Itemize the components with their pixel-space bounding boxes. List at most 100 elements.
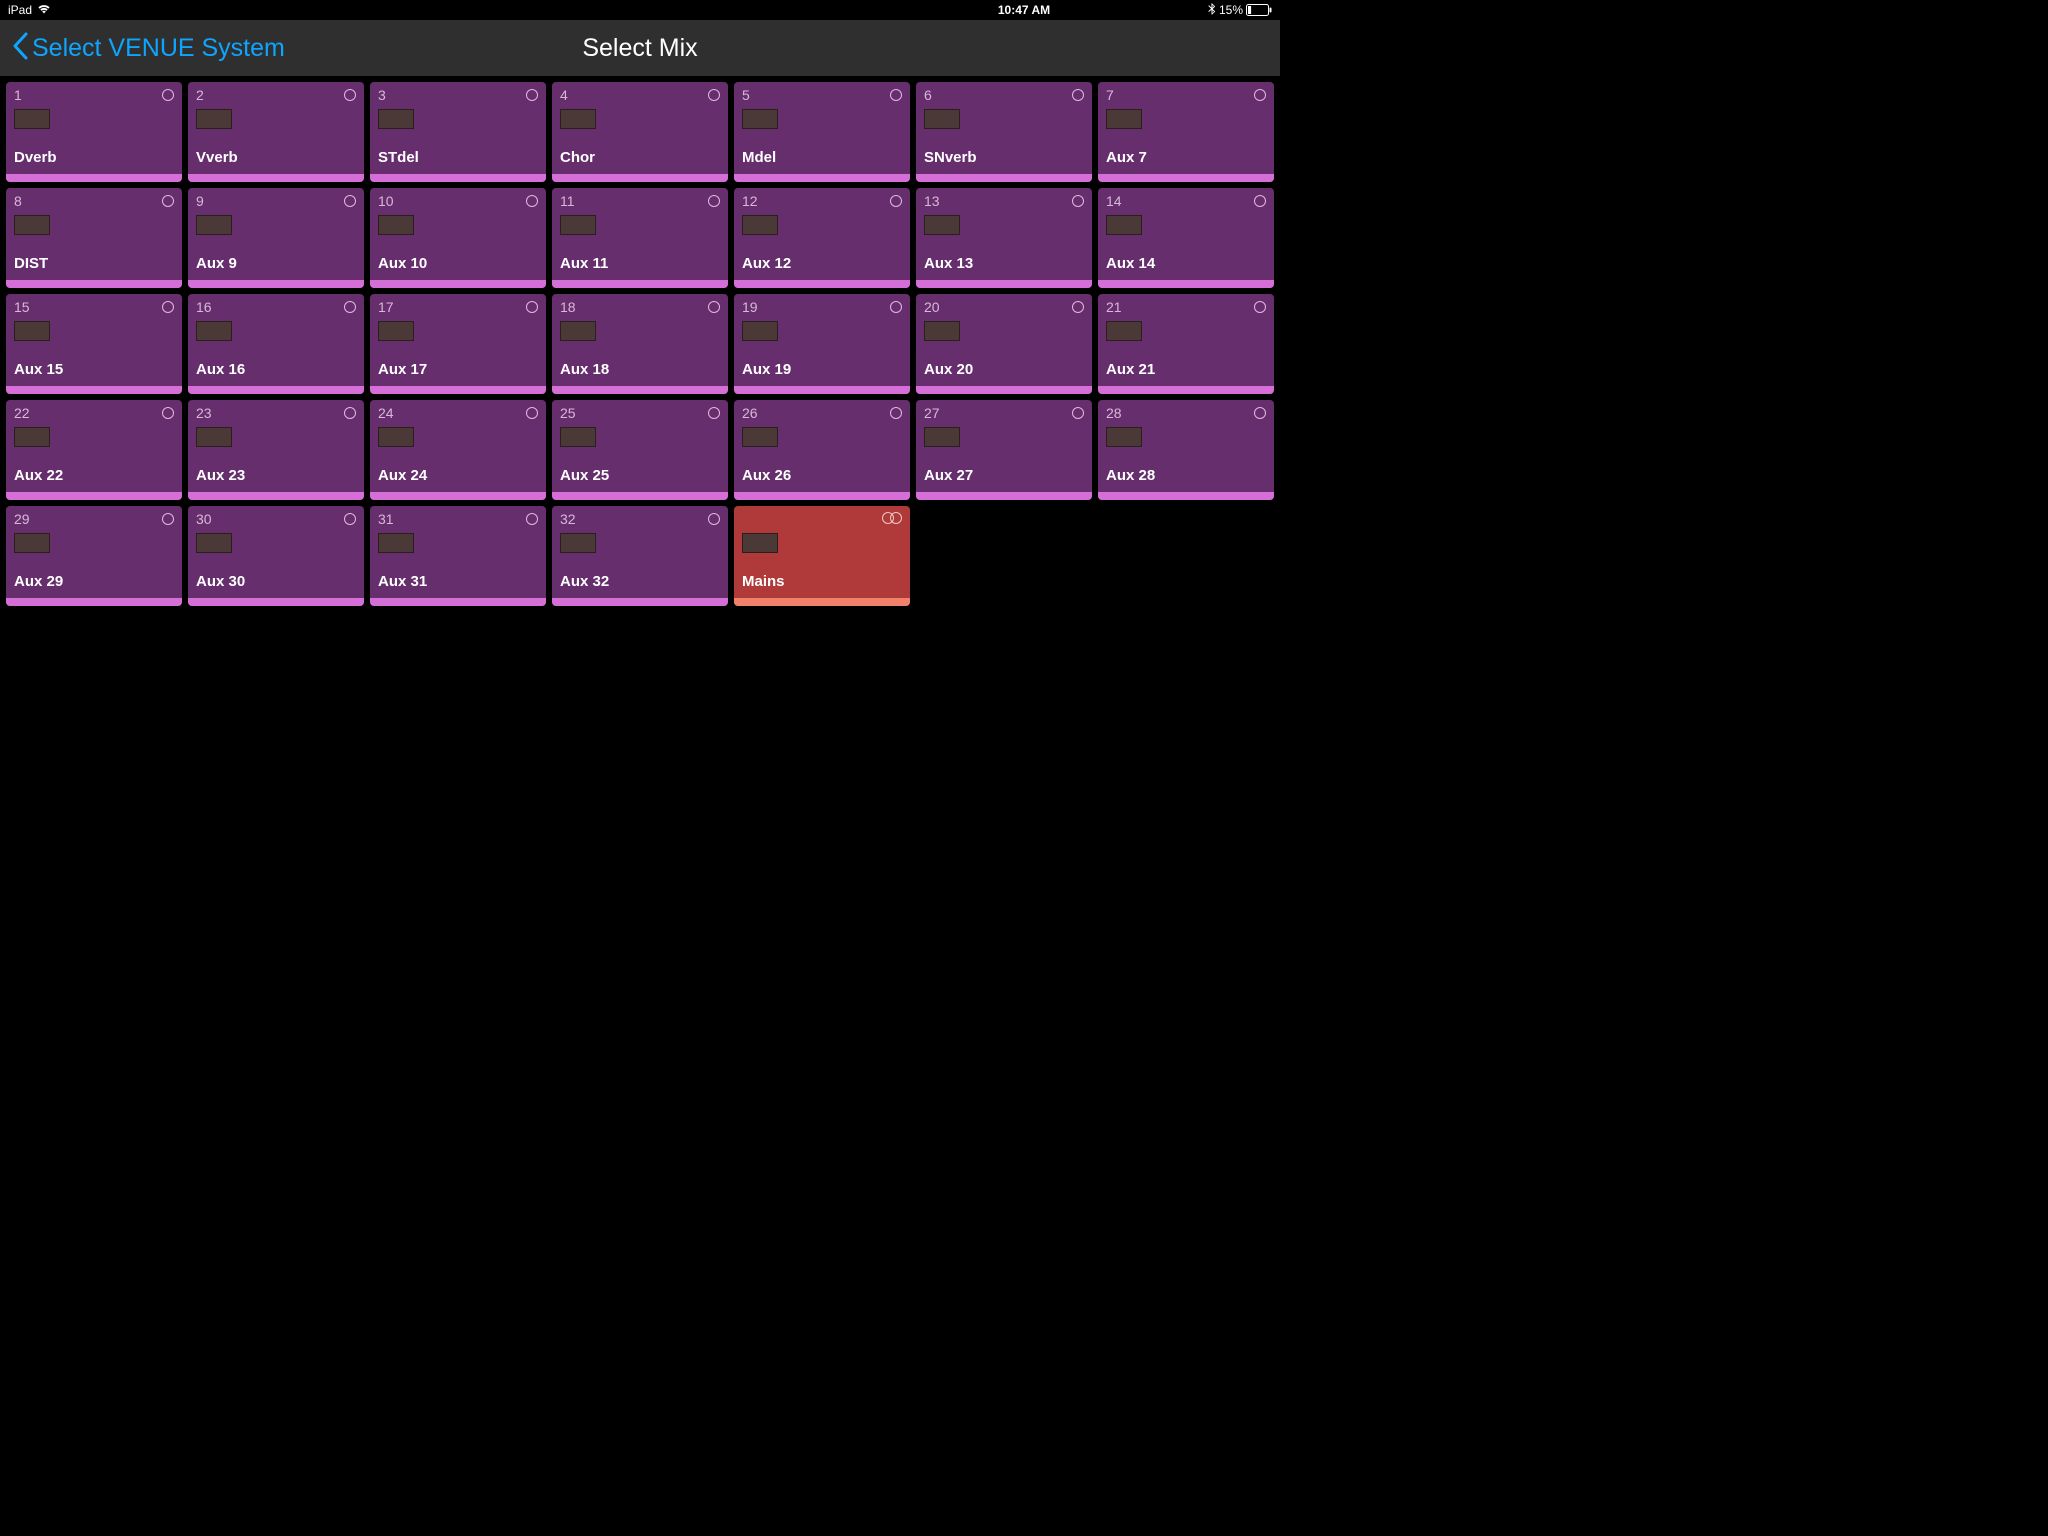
tile-footer-bar (6, 174, 182, 182)
mix-tile-aux-31[interactable]: 31 Aux 31 (370, 506, 546, 606)
tile-color-swatch (924, 427, 960, 447)
tile-footer-bar (552, 386, 728, 394)
tile-indicator (708, 512, 720, 530)
mix-tile-aux-23[interactable]: 23 Aux 23 (188, 400, 364, 500)
status-bar: iPad 10:47 AM 15% (0, 0, 1280, 20)
tile-number: 30 (196, 511, 212, 527)
back-button[interactable]: Select VENUE System (0, 32, 285, 65)
tile-label: DIST (14, 255, 48, 272)
tile-color-swatch (560, 427, 596, 447)
mono-indicator-icon (1254, 300, 1266, 317)
tile-footer-bar (188, 174, 364, 182)
tile-number: 13 (924, 193, 940, 209)
tile-footer-bar (370, 280, 546, 288)
tile-indicator (162, 300, 174, 318)
mono-indicator-icon (526, 512, 538, 529)
tile-color-swatch (924, 109, 960, 129)
tile-number: 32 (560, 511, 576, 527)
mono-indicator-icon (890, 406, 902, 423)
tile-footer-bar (916, 386, 1092, 394)
mix-tile-aux-32[interactable]: 32 Aux 32 (552, 506, 728, 606)
mix-tile-vverb[interactable]: 2 Vverb (188, 82, 364, 182)
mix-tile-aux-25[interactable]: 25 Aux 25 (552, 400, 728, 500)
mix-tile-aux-12[interactable]: 12 Aux 12 (734, 188, 910, 288)
mix-tile-aux-18[interactable]: 18 Aux 18 (552, 294, 728, 394)
mix-tile-snverb[interactable]: 6 SNverb (916, 82, 1092, 182)
mono-indicator-icon (1072, 300, 1084, 317)
tile-footer-bar (370, 386, 546, 394)
mix-tile-aux-19[interactable]: 19 Aux 19 (734, 294, 910, 394)
status-left: iPad (8, 3, 51, 17)
mix-tile-aux-16[interactable]: 16 Aux 16 (188, 294, 364, 394)
tile-color-swatch (742, 109, 778, 129)
mono-indicator-icon (708, 512, 720, 529)
tile-indicator (344, 406, 356, 424)
mix-tile-aux-10[interactable]: 10 Aux 10 (370, 188, 546, 288)
tile-label: Aux 18 (560, 361, 609, 378)
tile-indicator (708, 406, 720, 424)
mix-tile-aux-9[interactable]: 9 Aux 9 (188, 188, 364, 288)
tile-color-swatch (560, 533, 596, 553)
tile-indicator (344, 88, 356, 106)
mix-tile-aux-24[interactable]: 24 Aux 24 (370, 400, 546, 500)
tile-indicator (526, 194, 538, 212)
tile-number: 8 (14, 193, 22, 209)
tile-indicator (1072, 88, 1084, 106)
tile-indicator (890, 88, 902, 106)
tile-color-swatch (378, 109, 414, 129)
tile-footer-bar (916, 492, 1092, 500)
tile-color-swatch (14, 109, 50, 129)
mix-tile-aux-28[interactable]: 28 Aux 28 (1098, 400, 1274, 500)
tile-label: Aux 10 (378, 255, 427, 272)
tile-indicator (890, 300, 902, 318)
mix-tile-aux-21[interactable]: 21 Aux 21 (1098, 294, 1274, 394)
battery-icon (1246, 4, 1272, 16)
mix-tile-aux-15[interactable]: 15 Aux 15 (6, 294, 182, 394)
mono-indicator-icon (162, 88, 174, 105)
tile-indicator (526, 406, 538, 424)
mono-indicator-icon (1254, 88, 1266, 105)
tile-color-swatch (1106, 215, 1142, 235)
mix-tile-aux-17[interactable]: 17 Aux 17 (370, 294, 546, 394)
mix-tile-dist[interactable]: 8 DIST (6, 188, 182, 288)
mono-indicator-icon (526, 194, 538, 211)
mix-tile-aux-26[interactable]: 26 Aux 26 (734, 400, 910, 500)
tile-number: 10 (378, 193, 394, 209)
tile-indicator (162, 406, 174, 424)
mono-indicator-icon (344, 406, 356, 423)
mono-indicator-icon (526, 300, 538, 317)
tile-number: 26 (742, 405, 758, 421)
tile-number: 1 (14, 87, 22, 103)
tile-color-swatch (1106, 109, 1142, 129)
mix-tile-stdel[interactable]: 3 STdel (370, 82, 546, 182)
tile-indicator (708, 194, 720, 212)
mix-tile-aux-29[interactable]: 29 Aux 29 (6, 506, 182, 606)
tile-number: 21 (1106, 299, 1122, 315)
tile-indicator (526, 88, 538, 106)
mix-tile-aux-20[interactable]: 20 Aux 20 (916, 294, 1092, 394)
mix-tile-aux-14[interactable]: 14 Aux 14 (1098, 188, 1274, 288)
mix-tile-aux-27[interactable]: 27 Aux 27 (916, 400, 1092, 500)
mix-tile-mdel[interactable]: 5 Mdel (734, 82, 910, 182)
mono-indicator-icon (890, 194, 902, 211)
mono-indicator-icon (162, 194, 174, 211)
tile-indicator (1254, 88, 1266, 106)
tile-footer-bar (6, 598, 182, 606)
mix-tile-aux-11[interactable]: 11 Aux 11 (552, 188, 728, 288)
status-time: 10:47 AM (998, 3, 1050, 17)
tile-label: Aux 29 (14, 573, 63, 590)
mix-tile-aux-30[interactable]: 30 Aux 30 (188, 506, 364, 606)
mix-tile-aux-7[interactable]: 7 Aux 7 (1098, 82, 1274, 182)
mix-tile-dverb[interactable]: 1 Dverb (6, 82, 182, 182)
tile-number: 17 (378, 299, 394, 315)
mix-tile-mains[interactable]: Mains (734, 506, 910, 606)
tile-label: Aux 9 (196, 255, 237, 272)
mix-tile-aux-13[interactable]: 13 Aux 13 (916, 188, 1092, 288)
mono-indicator-icon (344, 300, 356, 317)
mix-tile-chor[interactable]: 4 Chor (552, 82, 728, 182)
mono-indicator-icon (708, 194, 720, 211)
mono-indicator-icon (708, 88, 720, 105)
mix-tile-aux-22[interactable]: 22 Aux 22 (6, 400, 182, 500)
tile-footer-bar (6, 492, 182, 500)
tile-number: 3 (378, 87, 386, 103)
